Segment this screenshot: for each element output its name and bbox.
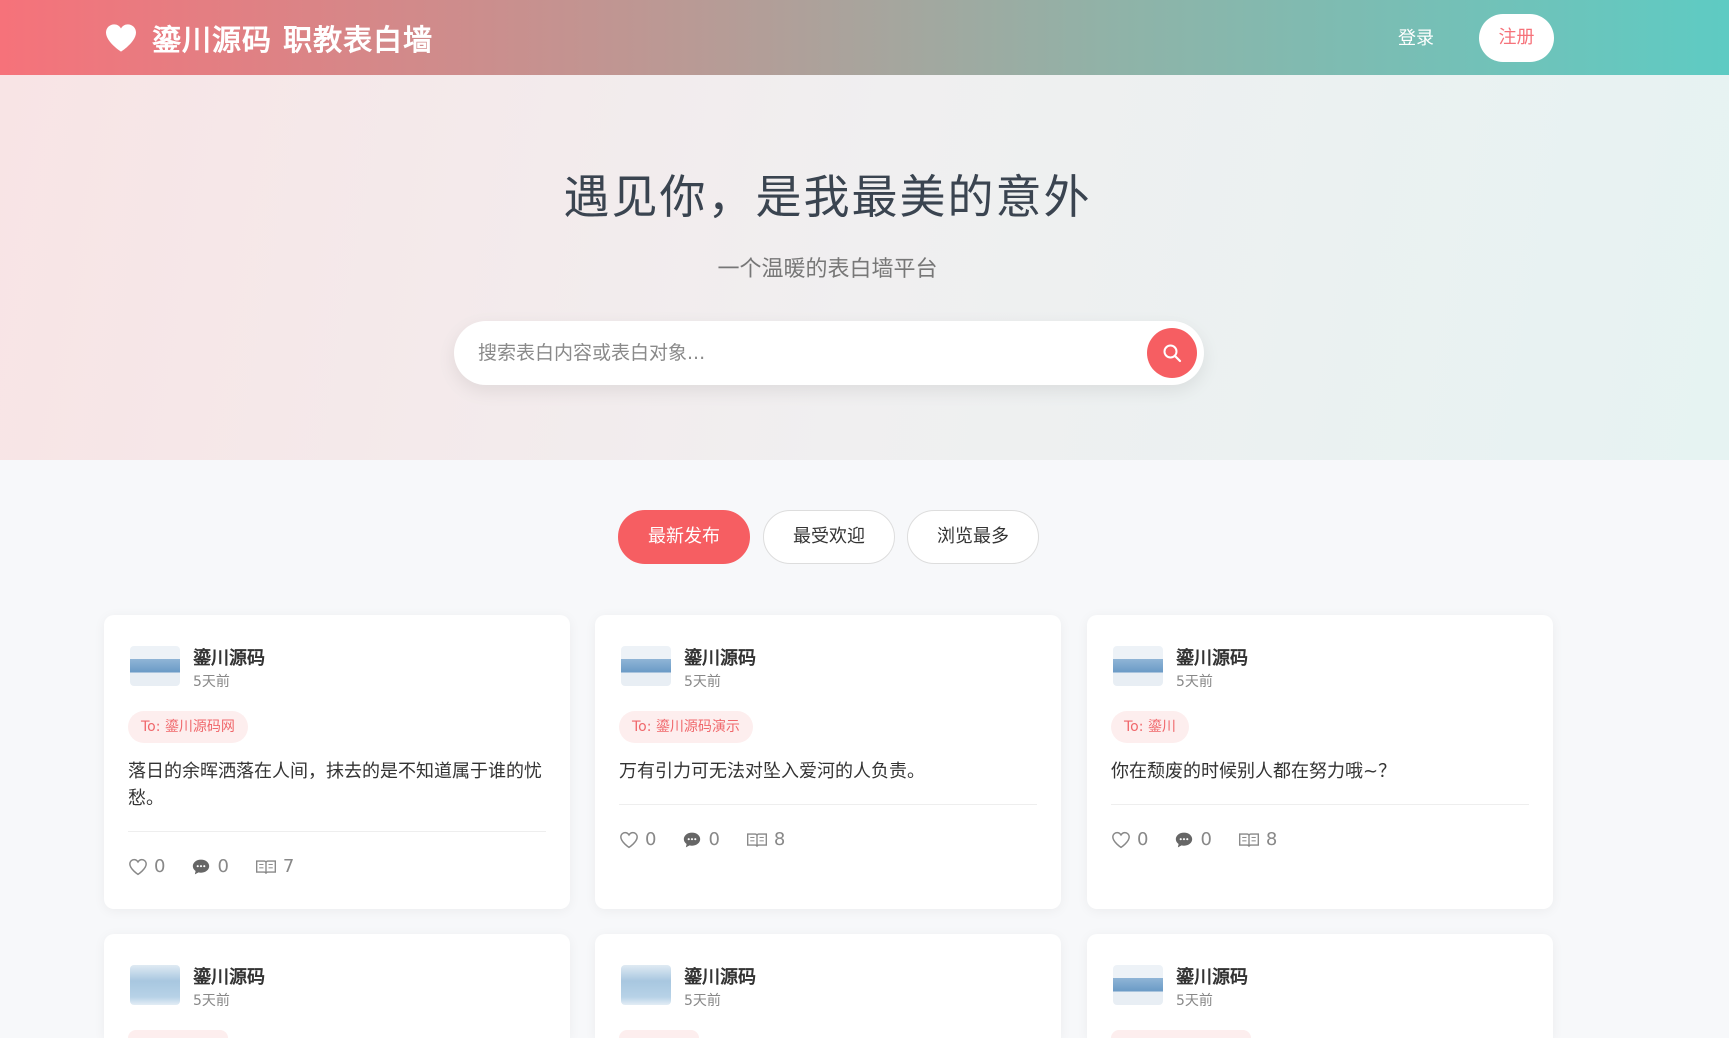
confession-card[interactable]: 鎏川源码 5天前 — [595, 934, 1061, 1038]
comment-stat[interactable]: 0 — [191, 856, 229, 877]
like-stat[interactable]: 0 — [619, 829, 656, 850]
post-time: 5天前 — [684, 674, 721, 690]
like-count: 0 — [154, 856, 166, 877]
avatar — [621, 965, 671, 1005]
like-count: 0 — [1137, 829, 1149, 850]
view-stat: 7 — [255, 856, 294, 877]
brand[interactable]: 鎏川源码 职教表白墙 — [104, 18, 433, 58]
heart-outline-icon — [129, 858, 147, 875]
hero-title: 遇见你，是我最美的意外 — [563, 170, 1092, 224]
confession-card[interactable]: 鎏川源码 5天前 To: 鎏川源码网 落日的余晖洒落在人间，抹去的是不知道属于谁… — [104, 615, 570, 909]
heart-icon — [106, 24, 136, 52]
post-time: 5天前 — [193, 993, 230, 1009]
confession-card[interactable]: 鎏川源码 5天前 — [104, 934, 570, 1038]
confession-content: 落日的余晖洒落在人间，抹去的是不知道属于谁的忧愁。 — [128, 761, 542, 809]
comment-icon — [684, 832, 701, 847]
author-name: 鎏川源码 — [684, 648, 756, 669]
confession-card[interactable]: 鎏川源码 5天前 To: 鎏川 你在颓废的时候别人都在努力哦~？ 0 0 8 — [1087, 615, 1553, 909]
post-time: 5天前 — [1176, 674, 1213, 690]
view-count: 7 — [282, 856, 295, 877]
search-input[interactable] — [478, 335, 1118, 371]
heart-outline-icon — [620, 831, 638, 848]
brand-title: 鎏川源码 职教表白墙 — [152, 23, 434, 57]
confession-content: 万有引力可无法对坠入爱河的人负责。 — [619, 761, 925, 782]
recipient-tag: To: 鎏川源码演示 — [619, 711, 753, 743]
search-icon — [1163, 344, 1182, 363]
post-time: 5天前 — [193, 674, 230, 690]
heart-outline-icon — [1112, 831, 1130, 848]
search-bar — [454, 321, 1204, 385]
avatar — [621, 646, 671, 686]
comment-icon — [1176, 832, 1193, 847]
book-icon — [746, 832, 767, 847]
hero-subtitle: 一个温暖的表白墙平台 — [717, 257, 938, 282]
author-name: 鎏川源码 — [684, 967, 756, 988]
view-stat: 8 — [746, 829, 785, 850]
recipient-tag — [619, 1030, 699, 1038]
avatar — [130, 965, 180, 1005]
search-button[interactable] — [1147, 328, 1197, 378]
like-stat[interactable]: 0 — [128, 856, 165, 877]
view-count: 8 — [1265, 829, 1278, 850]
confession-card[interactable]: 鎏川源码 5天前 To: 鎏川源码演示 万有引力可无法对坠入爱河的人负责。 0 … — [595, 615, 1061, 909]
register-button[interactable]: 注册 — [1479, 14, 1554, 62]
comment-count: 0 — [708, 829, 720, 850]
divider — [619, 804, 1037, 805]
avatar — [1113, 965, 1163, 1005]
book-icon — [1238, 832, 1259, 847]
confession-card[interactable]: 鎏川源码 5天前 — [1087, 934, 1553, 1038]
author-name: 鎏川源码 — [193, 648, 265, 669]
avatar — [1113, 646, 1163, 686]
recipient-tag: To: 鎏川源码网 — [128, 711, 248, 743]
like-count: 0 — [645, 829, 657, 850]
comment-count: 0 — [1200, 829, 1212, 850]
comment-icon — [193, 859, 210, 874]
view-count: 8 — [773, 829, 786, 850]
book-icon — [255, 859, 276, 874]
top-navbar: 鎏川源码 职教表白墙 登录 注册 — [0, 0, 1729, 75]
divider — [128, 831, 546, 832]
author-name: 鎏川源码 — [193, 967, 265, 988]
author-name: 鎏川源码 — [1176, 648, 1248, 669]
tab-latest[interactable]: 最新发布 — [618, 510, 750, 564]
confession-content: 你在颓废的时候别人都在努力哦~？ — [1111, 761, 1397, 782]
post-time: 5天前 — [684, 993, 721, 1009]
tab-most-viewed[interactable]: 浏览最多 — [907, 510, 1039, 564]
comment-stat[interactable]: 0 — [1174, 829, 1212, 850]
card-stats: 0 0 8 — [619, 829, 785, 850]
comment-stat[interactable]: 0 — [682, 829, 720, 850]
hero-section: 遇见你，是我最美的意外 一个温暖的表白墙平台 — [0, 75, 1729, 460]
divider — [1111, 804, 1529, 805]
tab-popular[interactable]: 最受欢迎 — [763, 510, 895, 564]
like-stat[interactable]: 0 — [1111, 829, 1148, 850]
author-name: 鎏川源码 — [1176, 967, 1248, 988]
comment-count: 0 — [217, 856, 229, 877]
recipient-tag — [1111, 1030, 1251, 1038]
login-link[interactable]: 登录 — [1398, 24, 1434, 54]
post-time: 5天前 — [1176, 993, 1213, 1009]
recipient-tag: To: 鎏川 — [1111, 711, 1189, 743]
card-stats: 0 0 8 — [1111, 829, 1277, 850]
avatar — [130, 646, 180, 686]
recipient-tag — [128, 1030, 228, 1038]
card-stats: 0 0 7 — [128, 856, 294, 877]
view-stat: 8 — [1238, 829, 1277, 850]
